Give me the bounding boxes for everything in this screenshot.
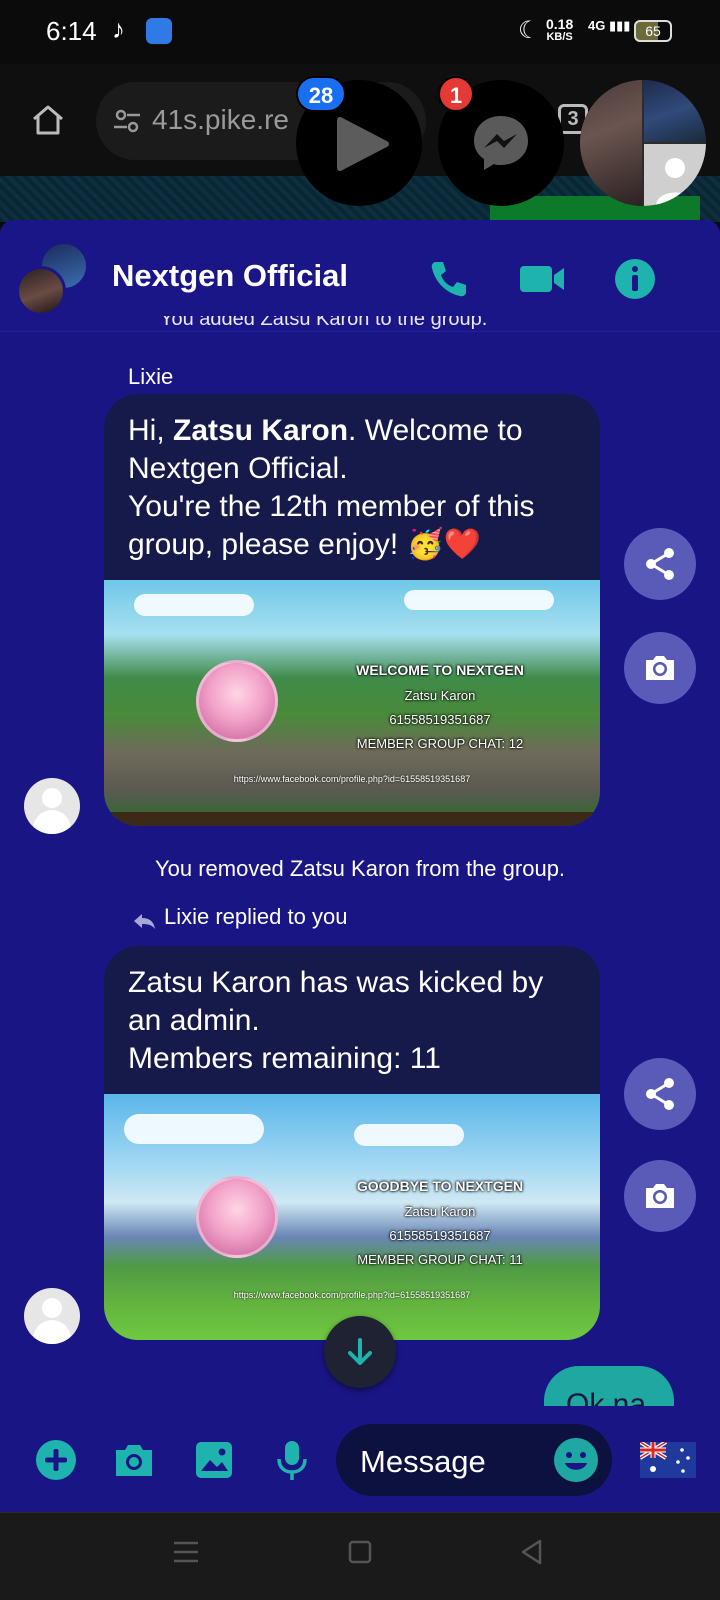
message-greeting: Hi, <box>128 414 173 447</box>
image-url: https://www.facebook.com/profile.php?id=… <box>233 774 471 784</box>
image-heading: GOODBYE TO NEXTGEN <box>356 1178 524 1194</box>
video-call-icon[interactable] <box>518 256 568 302</box>
info-icon[interactable] <box>612 256 658 302</box>
image-member-count: MEMBER GROUP CHAT: 11 <box>357 1252 523 1267</box>
message-bubble[interactable]: Hi, Zatsu Karon. Welcome to Nextgen Offi… <box>104 394 600 826</box>
network-speed-unit: KB/S <box>546 31 573 43</box>
image-url: https://www.facebook.com/profile.php?id=… <box>233 1290 471 1300</box>
emoji-button[interactable] <box>554 1438 598 1482</box>
scroll-to-bottom-button[interactable] <box>324 1316 396 1388</box>
chat-head-avatar <box>644 80 706 142</box>
smiley-icon <box>565 1452 587 1470</box>
chat-head-avatar-placeholder <box>644 144 706 206</box>
message-text-line: an admin. <box>128 1004 260 1037</box>
message-mention: Zatsu Karon <box>173 414 349 447</box>
message-text-line: Zatsu Karon has was kicked by <box>128 966 544 999</box>
avatar-body <box>33 810 71 834</box>
add-icon[interactable] <box>34 1438 78 1482</box>
message-text-line: You're the 12th member of this <box>128 490 535 523</box>
reply-icon <box>134 914 155 929</box>
share-icon <box>646 548 674 580</box>
url-text: 41s.pike.re <box>152 104 289 135</box>
message-text: Hi, Zatsu Karon. Welcome to Nextgen Offi… <box>104 394 600 580</box>
image-heading: WELCOME TO NEXTGEN <box>356 662 524 678</box>
camera-button[interactable] <box>624 632 696 704</box>
member-avatar <box>196 660 278 742</box>
goodbye-image[interactable]: GOODBYE TO NEXTGEN Zatsu Karon 615585193… <box>104 1094 600 1340</box>
status-time: 6:14 <box>46 16 97 46</box>
member-avatar <box>196 1176 278 1258</box>
welcome-image[interactable]: WELCOME TO NEXTGEN Zatsu Karon 615585193… <box>104 580 600 826</box>
network-speed-value: 0.18 <box>546 16 574 32</box>
camera-icon[interactable] <box>112 1438 156 1482</box>
sender-avatar[interactable] <box>24 1288 80 1344</box>
sender-avatar[interactable] <box>24 778 80 834</box>
site-settings-icon[interactable] <box>112 106 142 136</box>
chat-head-avatar <box>580 80 642 206</box>
person-icon <box>656 158 694 206</box>
avatar-head <box>42 788 62 808</box>
image-ground <box>104 812 600 826</box>
image-member-id: 61558519351687 <box>389 1228 491 1243</box>
camera-icon <box>646 1184 674 1208</box>
network-type-label: 4G <box>588 18 606 33</box>
image-member-name: Zatsu Karon <box>404 1204 476 1219</box>
play-icon <box>337 117 389 171</box>
video-unread-badge: 28 <box>296 76 346 112</box>
message-text: Zatsu Karon has was kicked by an admin. … <box>104 946 600 1094</box>
cloud-shape <box>354 1124 464 1146</box>
gallery-icon[interactable] <box>192 1438 236 1482</box>
reply-context: Lixie replied to you <box>164 904 348 929</box>
android-app-icon <box>146 18 172 44</box>
cloud-shape <box>134 594 254 616</box>
camera-icon <box>646 656 674 680</box>
phone-icon[interactable] <box>426 256 472 302</box>
image-member-id: 61558519351687 <box>389 712 491 727</box>
home-icon[interactable] <box>30 102 66 138</box>
network-speed: 0.18 KB/S <box>546 16 574 44</box>
group-chat-head[interactable] <box>580 80 706 206</box>
sender-name: Lixie <box>128 364 174 389</box>
cloud-shape <box>404 590 554 610</box>
microphone-icon[interactable] <box>270 1438 314 1482</box>
system-message: You removed Zatsu Karon from the group. <box>154 856 566 881</box>
music-note-icon: ♪ <box>112 14 125 44</box>
message-text-line: Nextgen Official. <box>128 452 348 485</box>
australia-flag-icon[interactable] <box>640 1442 696 1478</box>
message-bubble[interactable]: Zatsu Karon has was kicked by an admin. … <box>104 946 600 1340</box>
screen: 6:14 ♪ ☾ 0.18 KB/S 4G ▮▮▮ 65 41s.pike.re… <box>0 0 720 1600</box>
system-message-partial: You added Zatsu Karon to the group. <box>160 316 560 334</box>
cloud-shape <box>124 1114 264 1144</box>
message-text-line: group, please enjoy! 🥳❤️ <box>128 528 482 561</box>
image-member-count: MEMBER GROUP CHAT: 12 <box>356 736 524 751</box>
share-button[interactable] <box>624 1058 696 1130</box>
message-text-line: Members remaining: 11 <box>128 1042 441 1075</box>
image-background <box>104 580 600 826</box>
group-avatar[interactable] <box>16 266 66 316</box>
camera-button[interactable] <box>624 1160 696 1232</box>
do-not-disturb-icon: ☾ <box>518 17 540 44</box>
messenger-icon <box>474 116 528 170</box>
battery-level: 65 <box>645 23 661 39</box>
avatar-head <box>42 1298 62 1318</box>
share-icon <box>646 1078 674 1110</box>
messenger-unread-badge: 1 <box>438 76 474 112</box>
home-nav-icon[interactable] <box>346 1538 374 1566</box>
status-bar: 6:14 ♪ ☾ 0.18 KB/S 4G ▮▮▮ 65 <box>0 0 720 64</box>
chat-title[interactable]: Nextgen Official <box>112 258 348 294</box>
back-icon[interactable] <box>518 1538 546 1566</box>
system-message-partial-text: You added Zatsu Karon to the group. <box>160 316 488 330</box>
image-member-name: Zatsu Karon <box>404 688 476 703</box>
network-type: 4G ▮▮▮ <box>588 18 631 33</box>
avatar-body <box>33 1320 71 1344</box>
message-placeholder: Message <box>360 1444 486 1479</box>
battery-indicator: 65 <box>634 20 672 42</box>
recent-apps-icon[interactable] <box>172 1538 200 1566</box>
arrow-down-icon <box>348 1338 372 1365</box>
message-text-line: . Welcome to <box>348 414 523 447</box>
share-button[interactable] <box>624 528 696 600</box>
